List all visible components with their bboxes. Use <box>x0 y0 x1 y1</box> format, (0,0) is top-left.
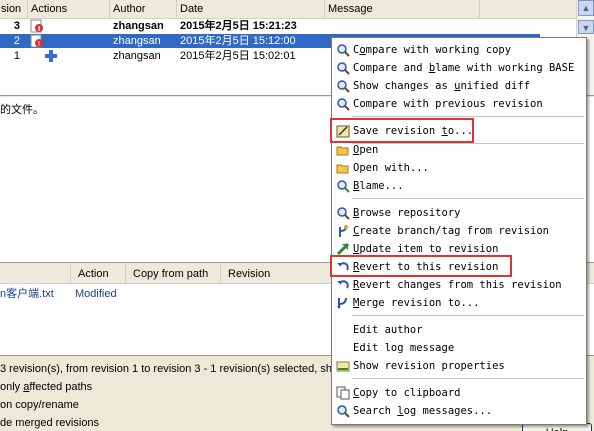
col-path[interactable] <box>0 264 70 284</box>
menu-label: Open <box>353 144 379 156</box>
highlight-box-revert-revision <box>330 255 512 277</box>
menu-label: Create branch/tag from revision <box>353 225 549 237</box>
revision-number: 1 <box>13 50 20 62</box>
status-text: 3 revision(s), from revision 1 to revisi… <box>0 363 332 375</box>
properties-icon <box>336 359 350 373</box>
menu-merge-revision[interactable]: Merge revision to... <box>332 294 586 312</box>
revision-author: zhangsan <box>113 50 161 62</box>
option-label-part: ffected paths <box>29 381 93 393</box>
col-author[interactable]: Author <box>110 0 177 19</box>
menu-label: Search log messages... <box>353 405 493 417</box>
option-label: on copy/rename <box>0 399 79 411</box>
col-date[interactable]: Date <box>177 0 325 19</box>
menu-unified-diff[interactable]: Show changes as unified diff <box>332 77 586 95</box>
menu-label: Edit author <box>353 324 423 336</box>
revision-number: 3 <box>13 20 20 32</box>
menu-label: Copy to clipboard <box>353 387 461 399</box>
svg-text:!: ! <box>38 40 41 48</box>
magnifier-compare-icon <box>336 97 350 111</box>
menu-edit-log-message[interactable]: Edit log message <box>332 339 586 357</box>
menu-label: Browse repository <box>353 207 461 219</box>
revision-list-header: sion Actions Author Date Message <box>0 0 594 19</box>
col-copy-from-path[interactable]: Copy from path <box>125 264 220 284</box>
menu-separator <box>352 116 584 117</box>
menu-label: Show revision properties <box>353 360 505 372</box>
col-revision[interactable]: sion <box>0 0 28 19</box>
revision-author: zhangsan <box>113 20 164 32</box>
menu-revert-changes[interactable]: Revert changes from this revision <box>332 276 586 294</box>
open-folder-icon <box>336 143 350 157</box>
option-stop-on-copy[interactable]: on copy/rename <box>0 397 79 413</box>
menu-search-log-messages[interactable]: Search log messages... <box>332 402 586 420</box>
menu-create-branch-tag[interactable]: Create branch/tag from revision <box>332 222 586 240</box>
scroll-up-arrow-icon[interactable]: ▲ <box>578 0 594 16</box>
menu-label: Compare with working copy <box>353 44 512 56</box>
blame-icon <box>336 179 350 193</box>
added-action-icon <box>44 49 58 63</box>
magnifier-compare-icon <box>336 61 350 75</box>
option-label: de merged revisions <box>0 417 100 429</box>
menu-show-revision-properties[interactable]: Show revision properties <box>332 357 586 375</box>
changed-path: n客户端.txt <box>0 288 54 300</box>
copy-icon <box>336 386 350 400</box>
menu-open[interactable]: Open <box>332 141 586 159</box>
revision-date: 2015年2月5日 15:12:00 <box>180 35 296 47</box>
menu-label: Compare and blame with working BASE <box>353 62 575 74</box>
menu-compare-blame-base[interactable]: Compare and blame with working BASE <box>332 59 586 77</box>
menu-compare-previous[interactable]: Compare with previous revision <box>332 95 586 113</box>
menu-browse-repository[interactable]: Browse repository <box>332 204 586 222</box>
revision-date: 2015年2月5日 15:21:23 <box>180 20 297 32</box>
open-folder-icon <box>336 161 350 175</box>
menu-label: Show changes as unified diff <box>353 80 531 92</box>
branch-icon <box>336 224 350 238</box>
menu-copy-to-clipboard[interactable]: Copy to clipboard <box>332 384 586 402</box>
changed-path-action: Modified <box>75 288 117 300</box>
menu-separator <box>352 378 584 379</box>
svg-text:!: ! <box>38 25 41 33</box>
menu-separator <box>352 198 584 199</box>
revision-author: zhangsan <box>113 35 161 47</box>
option-include-merged[interactable]: de merged revisions <box>0 415 99 431</box>
scroll-down-arrow-icon[interactable]: ▼ <box>578 20 594 34</box>
menu-label: Merge revision to... <box>353 297 480 309</box>
magnifier-compare-icon <box>336 43 350 57</box>
option-only-affected-paths[interactable]: only affected paths <box>0 379 92 395</box>
menu-label: Revert changes from this revision <box>353 279 562 291</box>
col-copy-revision[interactable]: Revision <box>220 264 330 284</box>
menu-blame[interactable]: Blame... <box>332 177 586 195</box>
context-menu: Compare with working copy Compare and bl… <box>330 37 587 425</box>
update-icon <box>336 242 350 256</box>
menu-separator <box>352 315 584 316</box>
option-label-part: only <box>0 381 24 393</box>
browse-repo-icon <box>336 206 350 220</box>
col-action[interactable]: Action <box>70 264 125 284</box>
col-message[interactable]: Message <box>325 0 480 19</box>
menu-label: Blame... <box>353 180 404 192</box>
magnifier-compare-icon <box>336 79 350 93</box>
revision-number: 2 <box>13 35 20 47</box>
search-icon <box>336 404 350 418</box>
merge-icon <box>336 296 350 310</box>
col-actions[interactable]: Actions <box>28 0 110 19</box>
menu-label: Compare with previous revision <box>353 98 543 110</box>
menu-label: Edit log message <box>353 342 455 354</box>
menu-edit-author[interactable]: Edit author <box>332 321 586 339</box>
revert-icon <box>336 278 350 292</box>
menu-label: Open with... <box>353 162 429 174</box>
highlight-box-save-revision <box>330 118 474 143</box>
menu-open-with[interactable]: Open with... <box>332 159 586 177</box>
revision-row[interactable]: 3 ! zhangsan 2015年2月5日 15:21:23 <box>0 19 540 33</box>
modified-action-icon: ! <box>30 19 44 33</box>
log-message-text: 的文件。 <box>0 103 44 116</box>
menu-compare-working-copy[interactable]: Compare with working copy <box>332 41 586 59</box>
modified-action-icon: ! <box>30 34 44 48</box>
revision-date: 2015年2月5日 15:02:01 <box>180 50 296 62</box>
